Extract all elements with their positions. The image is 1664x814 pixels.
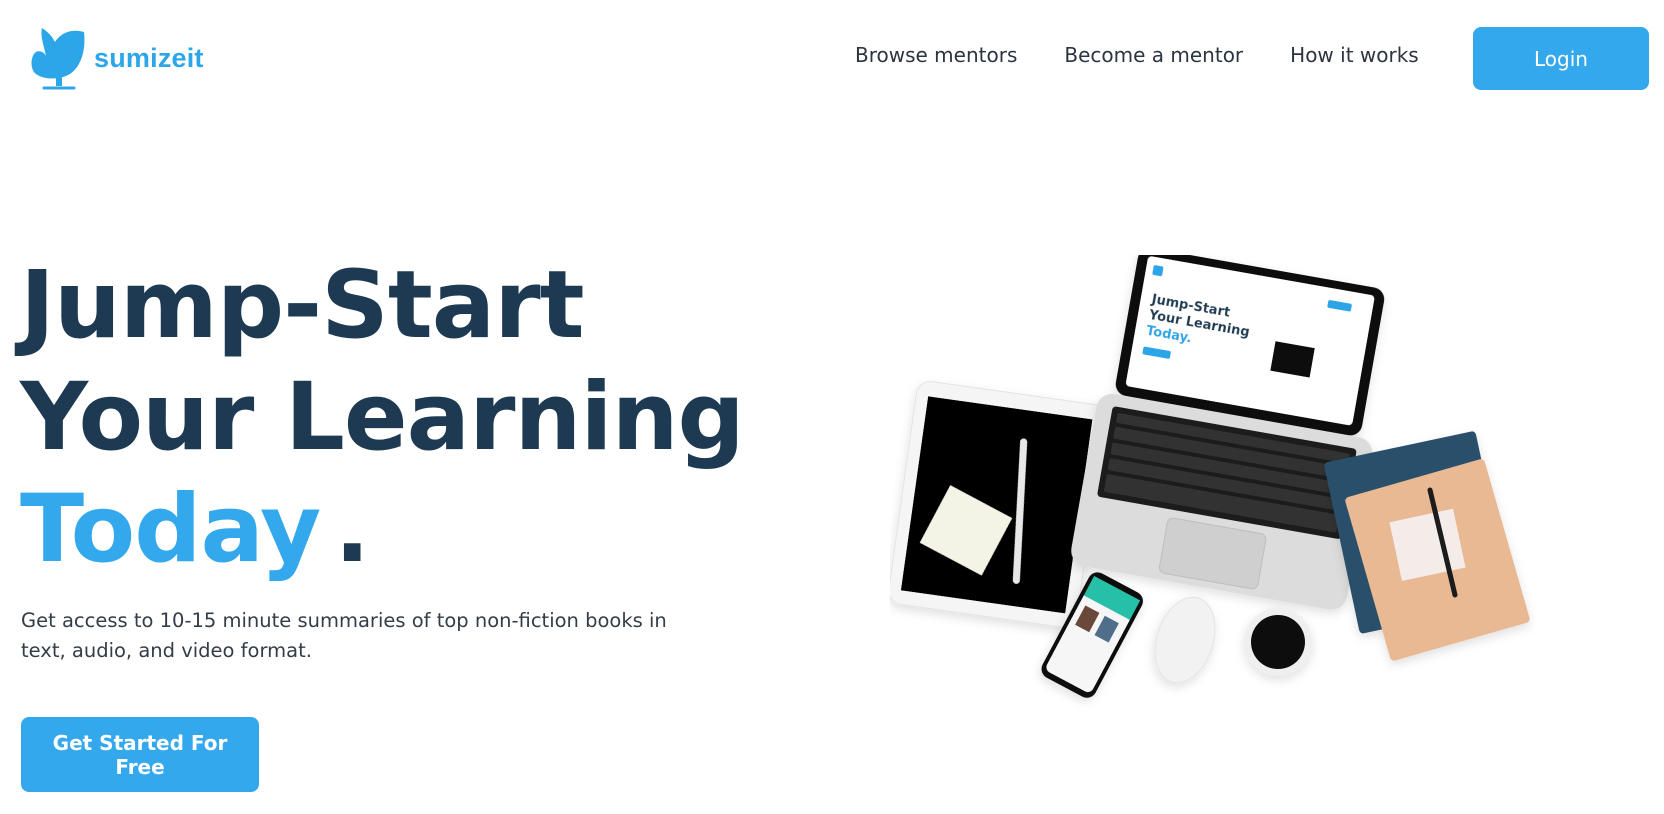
login-button[interactable]: Login [1473,27,1649,90]
hero-title-line-3: Today. [20,474,744,586]
notebooks-illustration [1324,431,1530,661]
brand-name: sumizeit [94,42,204,73]
main-nav: Browse mentors Become a mentor How it wo… [855,43,1419,67]
hero-title: Jump-Start Your Learning Today. [20,250,745,586]
hero-subtitle: Get access to 10-15 minute summaries of … [21,609,667,662]
chair-icon [31,28,85,90]
hero-title-accent: Today [20,475,321,584]
brand-logo[interactable]: sumizeit [30,26,204,90]
hero-title-line-1: Jump-Start [20,251,585,360]
nav-become-mentor[interactable]: Become a mentor [1064,43,1243,67]
tablet-illustration [890,381,1106,628]
mouse-illustration [1154,596,1216,684]
hero-title-line-2: Your Learning [20,363,745,472]
nav-how-it-works[interactable]: How it works [1290,43,1419,67]
site-header: sumizeit Browse mentors Become a mentor … [0,0,1664,120]
hero-title-period: . [334,475,370,584]
get-started-button[interactable]: Get Started For Free [21,717,259,792]
nav-browse-mentors[interactable]: Browse mentors [855,43,1017,67]
coffee-cup-illustration [1244,608,1312,676]
hero-desk-image: Jump-Start Your Learning Today. [890,255,1530,698]
